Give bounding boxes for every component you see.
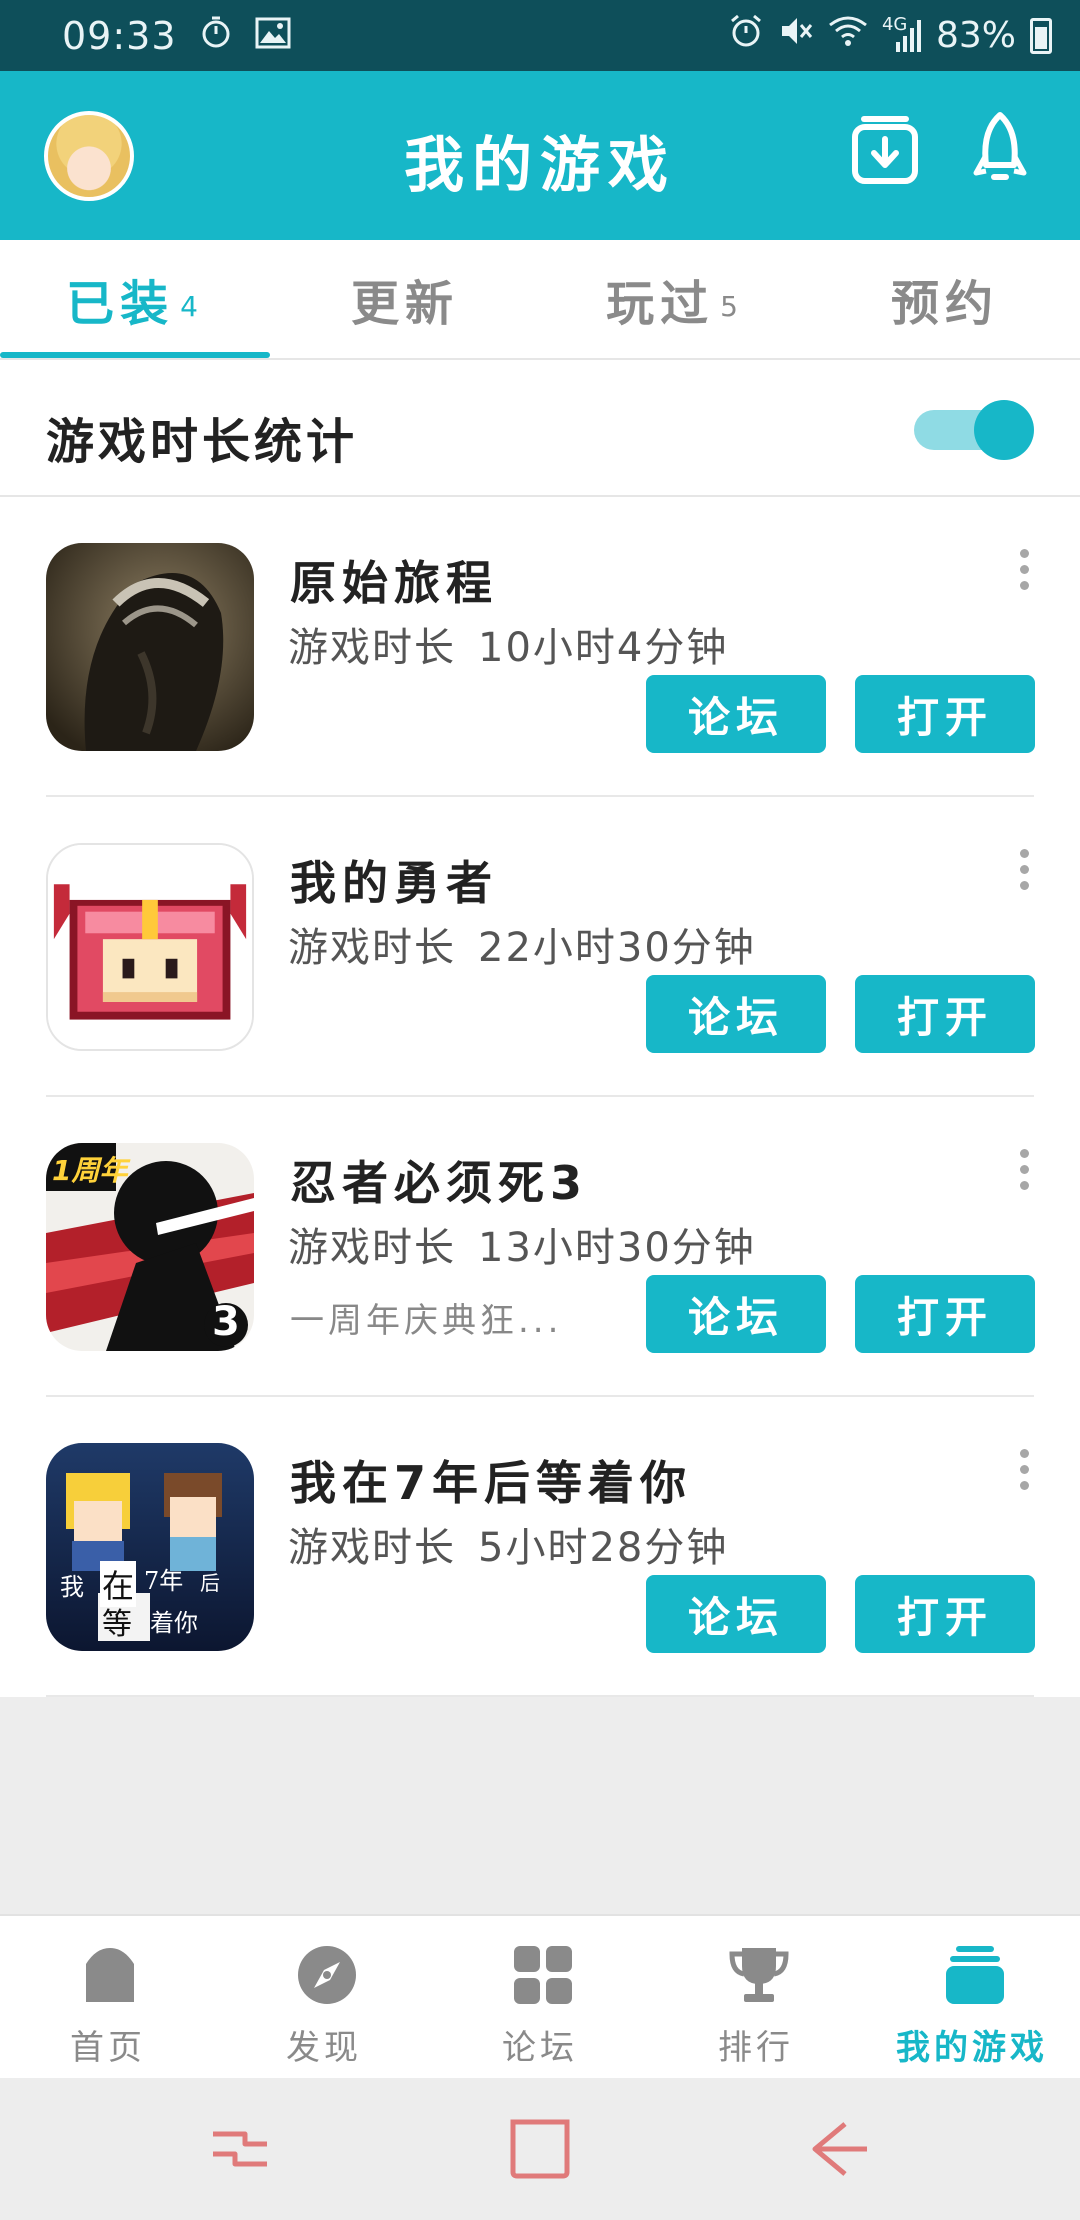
icon-title-char: 后 [200,1571,220,1595]
nav-label: 排行 [718,2028,794,2068]
toggle-thumb [974,400,1034,460]
icon-title-char: 等 [102,1607,132,1642]
grid-icon [512,1944,572,2006]
game-name: 忍者必须死3 [290,1156,589,1210]
image-icon [255,14,291,58]
more-options-icon[interactable] [1020,1149,1032,1195]
game-icon-wait-7-years: 我 在 7年 后 等 着你 [46,1443,254,1651]
recent-apps-icon[interactable] [205,2114,275,2184]
open-button[interactable]: 打开 [855,975,1035,1053]
game-playtime: 游戏时长 13小时30分钟 [288,1215,756,1273]
open-button[interactable]: 打开 [855,1575,1035,1653]
game-promo-text: 一周年庆典狂... [290,1301,563,1341]
compass-icon [296,1944,356,2006]
alarm-icon [728,13,764,58]
anniversary-badge: 1周年 [52,1154,128,1187]
playtime-value: 13小时30分钟 [478,1225,756,1271]
forum-button[interactable]: 论坛 [646,975,826,1053]
tab-installed[interactable]: 已装 4 [0,240,270,358]
battery-percent: 83% [935,15,1016,56]
tab-count: 5 [720,289,744,323]
forum-button[interactable]: 论坛 [646,1275,826,1353]
nav-label: 首页 [70,2028,146,2068]
icon-title-char: 7年 [144,1567,184,1595]
nav-label: 发现 [286,2028,362,2068]
nav-home[interactable]: 首页 [0,1916,216,2080]
tab-bar: 已装 4 更新 玩过 5 预约 [0,240,1080,360]
playtime-label: 游戏时长 [288,925,456,971]
tab-played[interactable]: 玩过 5 [540,240,810,358]
timer-icon [199,14,233,58]
game-playtime: 游戏时长 10小时4分钟 [288,615,728,673]
tab-indicator [0,352,270,358]
more-options-icon[interactable] [1020,1449,1032,1495]
nav-ranking[interactable]: 排行 [648,1916,864,2080]
home-button-icon[interactable] [505,2114,575,2184]
mute-icon [778,13,814,58]
open-button[interactable]: 打开 [855,675,1035,753]
tab-updates[interactable]: 更新 [270,240,540,358]
download-manager-icon[interactable] [850,113,920,187]
system-nav-bar [0,2078,1080,2220]
playtime-value: 10小时4分钟 [478,625,729,671]
more-options-icon[interactable] [1020,849,1032,895]
rocket-icon[interactable] [970,111,1030,189]
tab-count: 4 [180,289,204,323]
home-icon [80,1944,140,2006]
game-list: 原始旅程 游戏时长 10小时4分钟 论坛 打开 我的勇者 游戏时长 22小时30… [0,497,1080,1697]
playtime-label: 游戏时长 [288,625,456,671]
battery-icon [1030,17,1052,54]
playtime-label: 游戏时长 [288,1225,456,1271]
games-stack-icon [944,1944,1004,2006]
back-icon[interactable] [805,2114,875,2184]
list-item[interactable]: 我的勇者 游戏时长 22小时30分钟 论坛 打开 [0,797,1080,1097]
list-item[interactable]: 我 在 7年 后 等 着你 我在7年后等着你 游戏时长 5小时28分钟 论坛 打开 [0,1397,1080,1697]
game-name: 我在7年后等着你 [290,1456,693,1510]
status-bar: 09:33 4G 83% [0,0,1080,71]
playtime-value: 22小时30分钟 [478,925,756,971]
playtime-label: 游戏时长 [288,1525,456,1571]
list-item[interactable]: 原始旅程 游戏时长 10小时4分钟 论坛 打开 [0,497,1080,797]
forum-button[interactable]: 论坛 [646,1575,826,1653]
playtime-stats-row: 游戏时长统计 [0,360,1080,497]
tab-label: 更新 [350,276,459,332]
tab-label: 玩过 [606,276,715,332]
game-playtime: 游戏时长 22小时30分钟 [288,915,756,973]
tab-label: 已装 [66,276,175,332]
more-options-icon[interactable] [1020,549,1032,595]
nav-label: 我的游戏 [896,2028,1048,2068]
forum-button[interactable]: 论坛 [646,675,826,753]
bottom-nav: 首页 发现 论坛 排行 我的游戏 [0,1914,1080,2080]
list-item[interactable]: 1周年 3 忍者必须死3 游戏时长 13小时30分钟 一周年庆典狂... 论坛 打… [0,1097,1080,1397]
divider [46,1695,1034,1697]
icon-title-char: 我 [60,1573,84,1601]
playtime-stats-toggle[interactable] [914,400,1034,460]
game-playtime: 游戏时长 5小时28分钟 [288,1515,728,1573]
game-icon-ninja-must-die-3: 1周年 3 [46,1143,254,1351]
icon-title-char: 着你 [150,1609,198,1637]
nav-label: 论坛 [502,2028,578,2068]
icon-number: 3 [212,1299,240,1345]
nav-discover[interactable]: 发现 [216,1916,432,2080]
app-header: 我的游戏 [0,71,1080,240]
status-time: 09:33 [62,13,177,58]
tab-reserved[interactable]: 预约 [810,240,1080,358]
game-icon-primal-journey [46,543,254,751]
nav-my-games[interactable]: 我的游戏 [864,1916,1080,2080]
cellular-icon: 4G [882,14,922,54]
playtime-stats-label: 游戏时长统计 [46,414,359,470]
game-name: 原始旅程 [290,556,498,610]
tab-label: 预约 [890,276,999,332]
open-button[interactable]: 打开 [855,1275,1035,1353]
trophy-icon [728,1944,789,2006]
game-icon-my-hero [46,843,254,1051]
playtime-value: 5小时28分钟 [478,1525,729,1571]
wifi-icon [828,15,868,56]
nav-forum[interactable]: 论坛 [432,1916,648,2080]
game-name: 我的勇者 [290,856,498,910]
